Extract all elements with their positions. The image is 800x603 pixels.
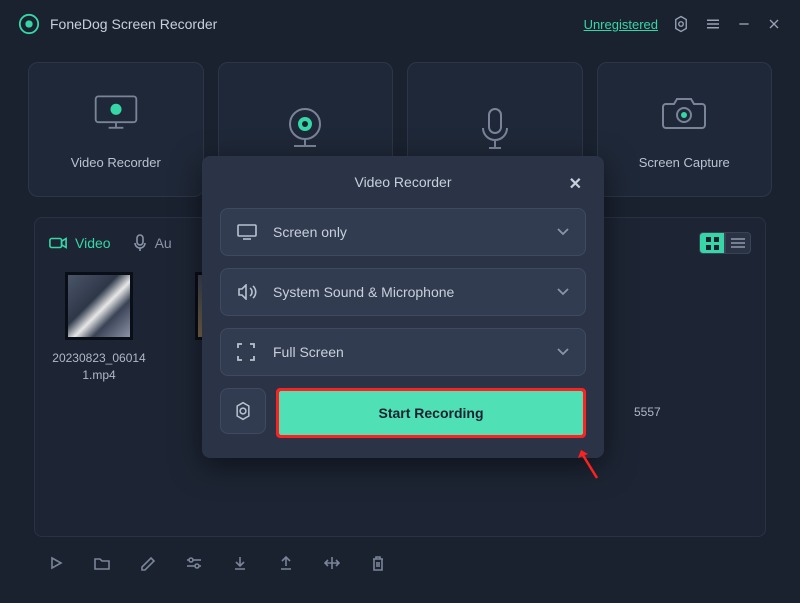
camera-icon (660, 89, 708, 137)
option-label: Screen only (273, 224, 557, 240)
gallery-label: 5557 (634, 405, 661, 419)
mode-label: Screen Capture (639, 155, 730, 170)
chevron-down-icon (557, 283, 569, 301)
option-audio-source[interactable]: System Sound & Microphone (220, 268, 586, 316)
play-icon[interactable] (46, 553, 66, 573)
share-icon[interactable] (276, 553, 296, 573)
tab-audio[interactable]: Au (133, 234, 172, 252)
download-icon[interactable] (230, 553, 250, 573)
option-label: Full Screen (273, 344, 557, 360)
monitor-record-icon (92, 89, 140, 137)
thumbnail (65, 272, 133, 340)
modal-close-icon[interactable]: ✕ (569, 174, 582, 194)
modal-title: Video Recorder (354, 174, 451, 190)
close-icon[interactable] (766, 16, 782, 32)
monitor-icon (237, 224, 259, 240)
recording-settings-button[interactable] (220, 388, 266, 434)
chevron-down-icon (557, 343, 569, 361)
tab-video[interactable]: Video (49, 235, 111, 251)
start-recording-button[interactable]: Start Recording (279, 391, 583, 435)
start-recording-highlight: Start Recording (276, 388, 586, 438)
webcam-icon (281, 106, 329, 154)
bottom-toolbar (0, 537, 800, 589)
adjust-icon[interactable] (184, 553, 204, 573)
unregistered-link[interactable]: Unregistered (584, 17, 658, 32)
view-grid-icon[interactable] (699, 232, 725, 254)
minimize-icon[interactable] (736, 16, 752, 32)
app-title: FoneDog Screen Recorder (50, 16, 584, 32)
mode-label: Video Recorder (71, 155, 161, 170)
convert-icon[interactable] (322, 553, 342, 573)
chevron-down-icon (557, 223, 569, 241)
menu-icon[interactable] (704, 15, 722, 33)
sound-icon (237, 284, 259, 300)
delete-icon[interactable] (368, 553, 388, 573)
view-list-icon[interactable] (725, 232, 751, 254)
tab-label: Video (75, 235, 111, 251)
option-capture-area[interactable]: Full Screen (220, 328, 586, 376)
mode-video-recorder[interactable]: Video Recorder (28, 62, 204, 197)
folder-icon[interactable] (92, 553, 112, 573)
mode-screen-capture[interactable]: Screen Capture (597, 62, 773, 197)
option-label: System Sound & Microphone (273, 284, 557, 300)
edit-icon[interactable] (138, 553, 158, 573)
app-logo (18, 13, 40, 35)
microphone-icon (471, 106, 519, 154)
option-screen-source[interactable]: Screen only (220, 208, 586, 256)
settings-gear-icon[interactable] (672, 15, 690, 33)
tab-label: Au (155, 235, 172, 251)
video-recorder-modal: Video Recorder ✕ Screen only System Soun… (202, 156, 604, 458)
fullscreen-icon (237, 343, 259, 361)
gallery-item[interactable]: 20230823_060141.mp4 (49, 272, 149, 384)
titlebar: FoneDog Screen Recorder Unregistered (0, 0, 800, 48)
gallery-label: 20230823_060141.mp4 (49, 350, 149, 384)
